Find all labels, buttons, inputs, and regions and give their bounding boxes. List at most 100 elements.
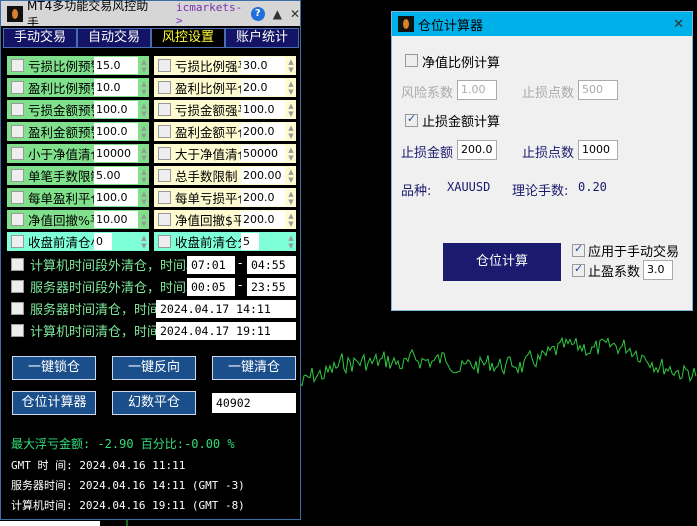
checkbox[interactable] — [158, 103, 171, 116]
lock-all-button[interactable]: 一键锁仓 — [12, 356, 96, 380]
local-close-time-input[interactable]: 2024.04.17 19:11 — [156, 322, 296, 340]
setting-value-input[interactable]: 5.00 — [94, 167, 138, 184]
setting-value-input[interactable]: 50000 — [241, 145, 285, 162]
risk-setting-right: 亏损比例强平30.0▲▼ — [154, 56, 296, 75]
spinner-icon[interactable]: ▲ ▼ — [139, 234, 149, 250]
checkbox[interactable] — [11, 81, 24, 94]
spinner-icon[interactable]: ▲ ▼ — [139, 80, 149, 96]
broker-link[interactable]: icmarkets-> — [176, 1, 249, 27]
local-to-input[interactable]: 04:55 — [247, 256, 296, 274]
tab-account-stats[interactable]: 账户统计 — [225, 28, 299, 48]
setting-value-input[interactable]: 200.0 — [241, 211, 285, 228]
setting-label: 小于净值清仓 — [28, 147, 94, 162]
sl-amount-input[interactable]: 200.0 — [457, 140, 497, 160]
spinner-icon[interactable]: ▲ ▼ — [286, 124, 296, 140]
dialog-title: 仓位计算器 — [418, 18, 484, 34]
dash: - — [238, 278, 243, 292]
spinner-icon[interactable]: ▲ ▼ — [139, 58, 149, 74]
sl-amount-calc-checkbox[interactable] — [405, 112, 418, 127]
tab-risk-settings[interactable]: 风控设置 — [151, 28, 225, 48]
setting-label: 总手数限制 — [175, 169, 238, 184]
tab-manual-trading[interactable]: 手动交易 — [3, 28, 77, 48]
spinner-icon[interactable]: ▲ ▼ — [139, 102, 149, 118]
setting-value-input[interactable]: 10.0 — [94, 79, 138, 96]
spinner-icon[interactable]: ▲ ▼ — [286, 190, 296, 206]
risk-setting-right: 盈利金额平仓200.0▲▼ — [154, 122, 296, 141]
checkbox[interactable] — [11, 147, 24, 160]
help-icon[interactable]: ? — [250, 6, 265, 21]
spinner-icon[interactable]: ▲ ▼ — [286, 146, 296, 162]
checkbox[interactable] — [11, 125, 24, 138]
checkbox[interactable] — [158, 59, 171, 72]
panel-titlebar[interactable]: MT4多功能交易风控助手 icmarkets-> ? ▲ ✕ — [1, 0, 300, 30]
minimize-icon[interactable]: ▲ — [273, 7, 282, 21]
setting-value-input[interactable]: 10.00 — [94, 211, 138, 228]
apply-manual-checkbox[interactable] — [572, 242, 585, 257]
checkbox[interactable] — [158, 147, 171, 160]
spinner-icon[interactable]: ▲ ▼ — [139, 190, 149, 206]
checkbox[interactable] — [158, 169, 171, 182]
setting-value-input[interactable]: 200.00 — [241, 167, 285, 184]
spinner-icon[interactable]: ▲ ▼ — [139, 212, 149, 228]
gmt-time: GMT 时 间: 2024.04.16 11:11 — [11, 459, 186, 472]
checkbox[interactable] — [11, 323, 24, 337]
setting-label: 盈利比例预警 — [28, 81, 94, 96]
setting-value-input[interactable]: 30.0 — [241, 57, 285, 74]
setting-value-input[interactable]: 5 — [241, 233, 259, 250]
checkbox[interactable] — [11, 235, 24, 248]
checkbox[interactable] — [11, 103, 24, 116]
close-icon[interactable]: ✕ — [673, 17, 684, 32]
checkbox[interactable] — [11, 59, 24, 72]
setting-value-input[interactable]: 10000 — [94, 145, 138, 162]
checkbox[interactable] — [11, 301, 24, 315]
checkbox[interactable] — [158, 125, 171, 138]
setting-value-input[interactable]: 20.0 — [241, 79, 285, 96]
setting-value-input[interactable]: 200.0 — [241, 189, 285, 206]
close-icon[interactable]: ✕ — [290, 7, 300, 21]
tp-ratio-checkbox[interactable] — [572, 262, 585, 277]
dialog-titlebar[interactable]: 仓位计算器 ✕ — [392, 12, 692, 36]
tp-ratio-input[interactable]: 3.0 — [643, 260, 673, 280]
checkbox[interactable] — [11, 257, 24, 271]
spinner-icon[interactable]: ▲ ▼ — [286, 80, 296, 96]
checkbox[interactable] — [11, 213, 24, 226]
spinner-icon[interactable]: ▲ ▼ — [286, 234, 296, 250]
setting-value-input[interactable]: 15.0 — [94, 57, 138, 74]
equity-ratio-checkbox[interactable] — [405, 54, 418, 67]
reverse-all-button[interactable]: 一键反向 — [112, 356, 196, 380]
calculate-button[interactable]: 仓位计算 — [443, 243, 561, 281]
local-from-input[interactable]: 07:01 — [187, 256, 235, 274]
sl-points-input[interactable]: 1000 — [578, 140, 618, 160]
sl-amount-label: 止损金额 — [401, 146, 454, 161]
close-all-button[interactable]: 一键清仓 — [212, 356, 296, 380]
setting-value-input[interactable]: 100.0 — [94, 101, 138, 118]
checkbox[interactable] — [11, 279, 24, 293]
setting-value-input[interactable]: 100.0 — [94, 189, 138, 206]
setting-value-input[interactable]: 100.0 — [241, 101, 285, 118]
checkbox[interactable] — [158, 191, 171, 204]
spinner-icon[interactable]: ▲ ▼ — [139, 124, 149, 140]
spinner-icon[interactable]: ▲ ▼ — [139, 146, 149, 162]
spinner-icon[interactable]: ▲ ▼ — [286, 102, 296, 118]
time-row-local-close: 计算机时间清仓，时间: — [7, 320, 164, 340]
spinner-icon[interactable]: ▲ ▼ — [139, 168, 149, 184]
magic-number-input[interactable]: 40902 — [212, 393, 296, 413]
server-from-input[interactable]: 00:05 — [187, 278, 235, 296]
close-by-magic-button[interactable]: 幻数平仓 — [112, 391, 196, 415]
checkbox[interactable] — [158, 235, 171, 248]
checkbox[interactable] — [158, 81, 171, 94]
spinner-icon[interactable]: ▲ ▼ — [286, 58, 296, 74]
setting-value-input[interactable]: 0 — [94, 233, 112, 250]
spinner-icon[interactable]: ▲ ▼ — [286, 168, 296, 184]
checkbox[interactable] — [158, 213, 171, 226]
spinner-icon[interactable]: ▲ ▼ — [286, 212, 296, 228]
position-calculator-button[interactable]: 仓位计算器 — [12, 391, 96, 415]
setting-value-input[interactable]: 100.0 — [94, 123, 138, 140]
apply-manual-label: 应用于手动交易 — [588, 245, 680, 260]
checkbox[interactable] — [11, 169, 24, 182]
server-close-time-input[interactable]: 2024.04.17 14:11 — [156, 300, 296, 318]
server-to-input[interactable]: 23:55 — [247, 278, 296, 296]
checkbox[interactable] — [11, 191, 24, 204]
tab-auto-trading[interactable]: 自动交易 — [77, 28, 151, 48]
setting-value-input[interactable]: 200.0 — [241, 123, 285, 140]
